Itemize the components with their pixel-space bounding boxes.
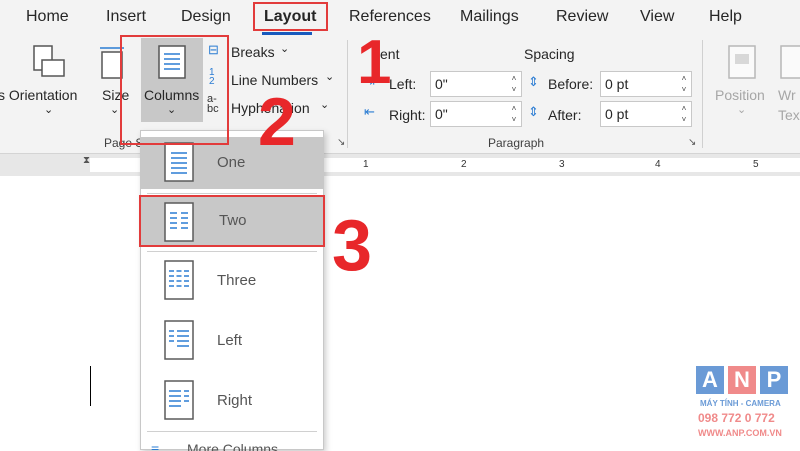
position-icon bbox=[728, 45, 756, 79]
tab-mailings[interactable]: Mailings bbox=[460, 8, 519, 26]
tab-insert[interactable]: Insert bbox=[106, 8, 146, 26]
menu-item-label: One bbox=[217, 154, 246, 171]
spacing-header: Spacing bbox=[524, 46, 575, 62]
menu-divider bbox=[147, 193, 317, 194]
columns-dropdown-menu: One Two Three Left Right ≡ More Columns.… bbox=[139, 130, 325, 451]
highlight-columns-button bbox=[120, 35, 229, 145]
ribbon-tab-bar: Home Insert Design Layout References Mai… bbox=[0, 0, 800, 36]
tab-design[interactable]: Design bbox=[181, 8, 231, 26]
chevron-down-icon: ⌄ bbox=[44, 104, 54, 116]
one-column-icon bbox=[164, 142, 194, 182]
orientation-icon bbox=[33, 45, 65, 77]
spinner-arrows-icon[interactable]: ˄ ˅ bbox=[679, 103, 689, 125]
spinner-arrows-icon[interactable]: ˄ ˅ bbox=[509, 73, 519, 95]
chevron-down-icon: ⌄ bbox=[280, 43, 290, 55]
breaks-button[interactable]: Breaks bbox=[231, 44, 275, 60]
anp-tagline: MÁY TÍNH - CAMERA bbox=[700, 399, 781, 408]
indent-right-icon: ⇤ bbox=[364, 104, 375, 119]
spacing-after-label: After: bbox=[548, 107, 582, 123]
menu-item-label: Two bbox=[219, 212, 247, 229]
paragraph-group-label: Paragraph bbox=[488, 136, 545, 150]
anp-letter-n: N bbox=[728, 366, 756, 394]
spacing-after-icon: ⇕ bbox=[528, 104, 539, 119]
ruler-number: 4 bbox=[655, 159, 661, 170]
menu-item-label: Right bbox=[217, 392, 253, 409]
ruler-number: 3 bbox=[559, 159, 565, 170]
spacing-before-label: Before: bbox=[548, 76, 594, 92]
tab-view[interactable]: View bbox=[640, 8, 674, 26]
horizontal-ruler[interactable]: ⧗ 1 2 3 4 5 bbox=[0, 154, 800, 176]
two-columns-icon bbox=[164, 202, 194, 242]
anp-letter-a: A bbox=[696, 366, 724, 394]
spacing-after-input[interactable]: 0 pt ˄ ˅ bbox=[600, 101, 692, 127]
spinner-arrows-icon[interactable]: ˄ ˅ bbox=[679, 73, 689, 95]
indent-left-input[interactable]: 0" ˄ ˅ bbox=[430, 71, 522, 97]
annotation-step-1: 1 bbox=[357, 28, 392, 97]
indent-marker-icon[interactable]: ⧗ bbox=[83, 155, 90, 166]
wrap-text-button[interactable]: Wr bbox=[778, 87, 796, 103]
anp-logo: A N P MÁY TÍNH - CAMERA 098 772 0 772 WW… bbox=[696, 366, 792, 446]
dialog-launcher-icon[interactable]: ↘ bbox=[688, 137, 696, 148]
menu-item-two[interactable]: Two bbox=[139, 195, 325, 247]
menu-divider bbox=[147, 431, 317, 432]
menu-divider bbox=[147, 251, 317, 252]
indent-left-label: Left: bbox=[389, 76, 417, 92]
ruler-number: 2 bbox=[461, 159, 467, 170]
spinner-arrows-icon[interactable]: ˄ ˅ bbox=[509, 103, 519, 125]
anp-website: WWW.ANP.COM.VN bbox=[698, 428, 782, 438]
ruler-number: 1 bbox=[363, 159, 369, 170]
chevron-down-icon: ⌄ bbox=[320, 99, 330, 111]
indent-right-label: Right: bbox=[389, 107, 426, 123]
ruler-number: 5 bbox=[753, 159, 759, 170]
spacing-before-input[interactable]: 0 pt ˄ ˅ bbox=[600, 71, 692, 97]
tab-review[interactable]: Review bbox=[556, 8, 608, 26]
menu-item-more-columns[interactable]: ≡ More Columns... bbox=[141, 435, 323, 451]
tab-references[interactable]: References bbox=[349, 8, 431, 26]
text-cursor bbox=[90, 366, 91, 406]
menu-item-label: Three bbox=[217, 272, 257, 289]
chevron-down-icon: ⌄ bbox=[110, 104, 120, 116]
anp-letter-p: P bbox=[760, 366, 788, 394]
document-canvas[interactable] bbox=[0, 176, 800, 450]
group-separator bbox=[347, 40, 348, 148]
indent-right-input[interactable]: 0" ˄ ˅ bbox=[430, 101, 522, 127]
annotation-step-3: 3 bbox=[332, 206, 373, 286]
menu-item-right[interactable]: Right bbox=[141, 375, 323, 427]
orientation-button[interactable]: s Orientation bbox=[0, 87, 77, 103]
group-separator bbox=[702, 40, 703, 148]
position-button[interactable]: Position bbox=[715, 87, 765, 103]
menu-item-left[interactable]: Left bbox=[141, 315, 323, 367]
anp-phone: 098 772 0 772 bbox=[698, 411, 775, 425]
tab-help[interactable]: Help bbox=[709, 8, 742, 26]
dialog-launcher-icon[interactable]: ↘ bbox=[337, 137, 345, 148]
menu-item-three[interactable]: Three bbox=[141, 255, 323, 307]
three-columns-icon bbox=[164, 260, 194, 300]
wrap-text-icon bbox=[780, 45, 800, 79]
tab-home[interactable]: Home bbox=[26, 8, 69, 26]
chevron-down-icon: ⌄ bbox=[325, 71, 335, 83]
annotation-step-2: 2 bbox=[258, 84, 296, 160]
active-tab-indicator bbox=[262, 32, 312, 35]
left-column-icon bbox=[164, 320, 194, 360]
highlight-layout-tab bbox=[253, 2, 328, 31]
chevron-down-icon: ⌄ bbox=[737, 104, 747, 116]
right-column-icon bbox=[164, 380, 194, 420]
menu-item-label: Left bbox=[217, 332, 243, 349]
wrap-text-button-line2: Tex bbox=[778, 107, 800, 123]
spacing-before-icon: ⇕ bbox=[528, 74, 539, 89]
